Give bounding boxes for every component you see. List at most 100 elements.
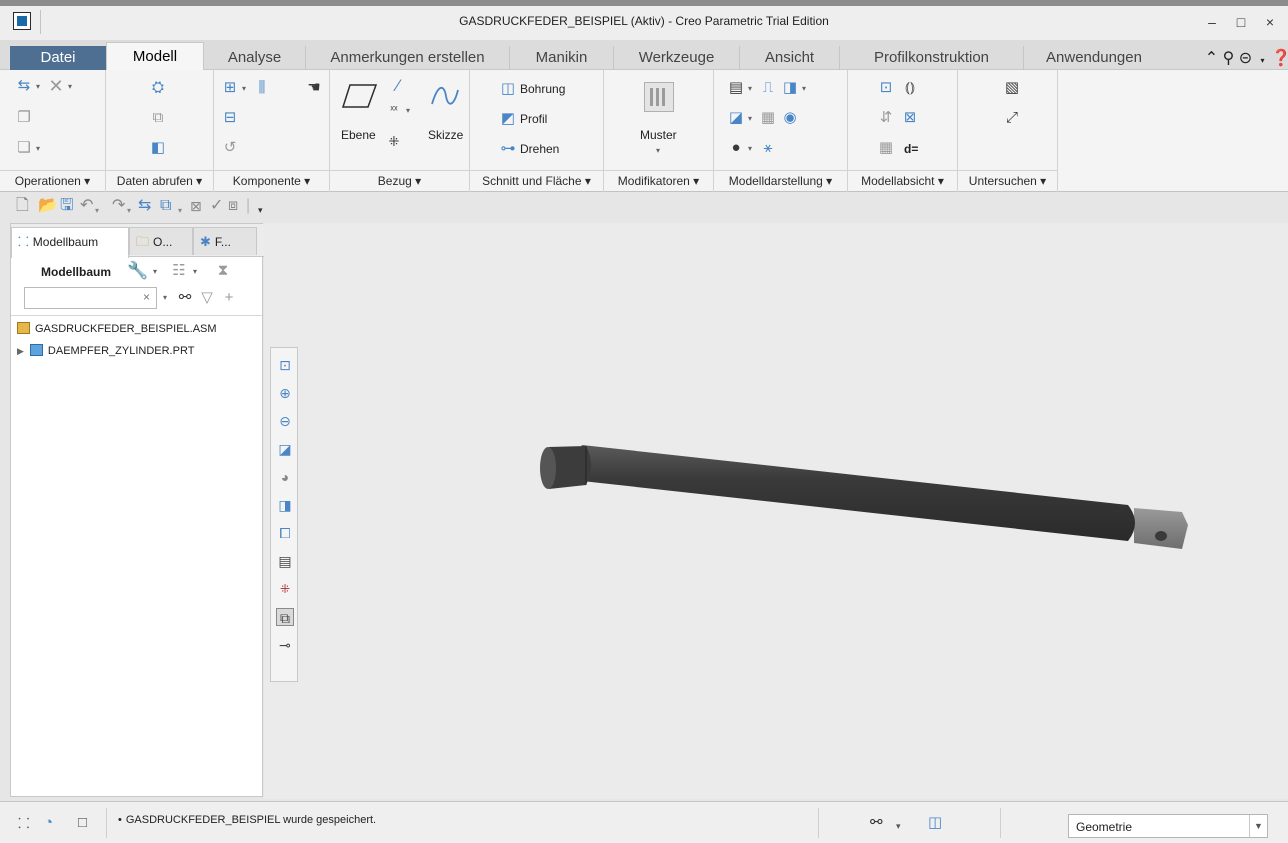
help-center-icon[interactable]: ⊝ (1237, 48, 1254, 68)
group-label-modellabsicht[interactable]: Modellabsicht ▾ (848, 170, 957, 192)
graphics-window[interactable]: ⊡ ⊕ ⊖ ◪ ◕ ◨ ⧠ ▤ ⁜ ⧉ ⊸ (264, 223, 1288, 799)
regenerate-icon[interactable]: ⇆ (16, 78, 32, 94)
group-label-bezug[interactable]: Bezug ▾ (330, 170, 469, 192)
group-label-untersuchen[interactable]: Untersuchen ▾ (958, 170, 1057, 192)
tree-search-input[interactable] (27, 290, 137, 306)
dropdown-icon[interactable]: ▾ (153, 267, 157, 276)
sketch-icon[interactable] (430, 82, 460, 110)
axis-icon[interactable]: ⁄ (390, 77, 406, 94)
check-icon[interactable]: ✓ (210, 197, 223, 215)
tab-datei[interactable]: Datei (10, 46, 106, 70)
tab-favoriten[interactable]: ✱ F... (193, 227, 257, 255)
hole-label[interactable]: Bohrung (520, 82, 565, 96)
tab-modell[interactable]: Modell (106, 42, 204, 71)
sketch-label[interactable]: Skizze (428, 128, 463, 142)
parameters-icon[interactable]: ⊡ (878, 80, 894, 96)
tab-anmerkungen[interactable]: Anmerkungen erstellen (306, 46, 510, 70)
tab-ordner[interactable]: 🗀 O... (129, 227, 193, 255)
dropdown-icon[interactable]: ▾ (95, 202, 99, 220)
delete-icon[interactable]: ✕ (48, 77, 64, 95)
group-label-modifikatoren[interactable]: Modifikatoren ▾ (604, 170, 713, 192)
plane-label[interactable]: Ebene (341, 128, 376, 142)
hole-icon[interactable]: ◫ (500, 81, 516, 97)
tab-analyse[interactable]: Analyse (204, 46, 306, 70)
copy-geometry-icon[interactable]: ⧉ (150, 110, 166, 126)
dropdown-icon[interactable]: ▾ (242, 84, 246, 93)
manage-icon[interactable]: ⧈ (228, 197, 238, 215)
group-label-daten-abrufen[interactable]: Daten abrufen ▾ (106, 170, 213, 192)
dropdown-icon[interactable]: ▾ (1254, 56, 1271, 65)
tab-ansicht[interactable]: Ansicht (740, 46, 840, 70)
section-icon[interactable]: ◪ (728, 110, 744, 126)
tree-item-assembly[interactable]: GASDRUCKFEDER_BEISPIEL.ASM (17, 319, 217, 339)
clear-search-icon[interactable]: × (143, 290, 150, 304)
dropdown-icon[interactable]: ▾ (748, 144, 752, 153)
tab-anwendungen[interactable]: Anwendungen (1024, 46, 1164, 70)
manage-views-icon[interactable]: ▤ (728, 80, 744, 96)
undo-icon[interactable]: ↶ (80, 197, 93, 215)
dropdown-icon[interactable]: ▾ (36, 144, 40, 153)
view-orientation-icon[interactable]: ◨ (782, 80, 798, 96)
dropdown-icon[interactable]: ▾ (193, 267, 197, 276)
minimize-button[interactable]: – (1199, 11, 1225, 33)
dropdown-icon[interactable]: ▾ (36, 82, 40, 91)
coordinate-system-icon[interactable]: ⁜ (386, 134, 402, 150)
group-label-modelldarstellung[interactable]: Modelldarstellung ▾ (714, 170, 847, 192)
bill-of-materials-icon[interactable]: ▧ (1004, 80, 1020, 96)
dropdown-icon[interactable]: ▾ (178, 202, 182, 220)
tab-manikin[interactable]: Manikin (510, 46, 614, 70)
user-defined-feature-icon[interactable]: ⛭ (150, 80, 166, 96)
appearance-gallery-icon[interactable]: ◉ (782, 110, 798, 126)
add-icon[interactable]: + (221, 290, 237, 306)
full-screen-icon[interactable]: □ (78, 814, 87, 832)
profile-label[interactable]: Profil (520, 112, 547, 126)
pattern-icon[interactable] (644, 82, 674, 112)
plane-icon[interactable] (342, 82, 378, 110)
maximize-button[interactable]: □ (1228, 11, 1254, 33)
browser-icon[interactable]: ◔ (44, 814, 53, 832)
explode-icon[interactable]: ⚹ (760, 140, 776, 156)
selection-icon[interactable]: ◫ (928, 814, 942, 832)
dropdown-icon[interactable]: ▾ (896, 817, 901, 835)
gas-spring-model[interactable] (540, 445, 1188, 549)
customize-qat-icon[interactable]: ▾ (258, 201, 263, 219)
help-icon[interactable]: ❓ (1271, 48, 1288, 68)
filter-icon[interactable]: ▽ (199, 290, 215, 306)
reference-viewer-icon[interactable]: ⤢ (1004, 110, 1020, 126)
d-equals-label[interactable]: d= (904, 142, 918, 156)
tree-columns-icon[interactable]: ⧗ (215, 263, 231, 279)
group-label-schnitt-und-flaeche[interactable]: Schnitt und Fläche ▾ (470, 170, 603, 192)
windows-icon[interactable]: ⧉ (160, 197, 171, 215)
dropdown-icon[interactable]: ▾ (127, 202, 131, 220)
settings-tools-icon[interactable]: 🔧 (127, 262, 148, 279)
show-navigator-icon[interactable]: ⸬ (18, 814, 30, 832)
dropdown-icon[interactable]: ▾ (406, 106, 410, 115)
dropdown-icon[interactable]: ▾ (748, 114, 752, 123)
relations-icon[interactable]: ⦅⦆ (902, 80, 918, 96)
revolve-icon[interactable]: ⊶ (500, 141, 516, 157)
search-icon[interactable]: ⚲ (1220, 48, 1237, 68)
switch-dimensions-icon[interactable]: ⊠ (902, 110, 918, 126)
dropdown-icon[interactable]: ▾ (748, 84, 752, 93)
chevron-down-icon[interactable]: ▼ (1249, 815, 1267, 837)
new-icon[interactable]: 🗋 (16, 197, 29, 215)
dropdown-icon[interactable]: ▾ (68, 82, 72, 91)
find-icon[interactable]: ⚯ (870, 814, 883, 832)
model-viewport[interactable] (264, 223, 1288, 799)
regenerate-icon[interactable]: ⇆ (138, 197, 151, 215)
tab-profilkonstruktion[interactable]: Profilkonstruktion (840, 46, 1024, 70)
dropdown-icon[interactable]: ▾ (163, 293, 167, 302)
tree-item-part[interactable]: ▶ DAEMPFER_ZYLINDER.PRT (17, 341, 194, 361)
find-icon[interactable]: ⚯ (177, 290, 193, 306)
revolve-label[interactable]: Drehen (520, 142, 559, 156)
collapse-ribbon-icon[interactable]: ⌃ (1203, 48, 1220, 68)
dropdown-icon[interactable]: ▾ (802, 84, 806, 93)
mirror-component-icon[interactable]: ⫼ (254, 80, 270, 96)
family-table-icon[interactable]: ⇵ (878, 110, 894, 126)
group-label-komponente[interactable]: Komponente ▾ (214, 170, 329, 192)
create-component-icon[interactable]: ⊟ (222, 110, 238, 126)
scene-icon[interactable]: ● (728, 140, 744, 156)
tree-filter-icon[interactable]: ☷ (171, 263, 187, 279)
drag-components-icon[interactable]: ☚ (306, 80, 322, 96)
selection-filter-select[interactable]: Geometrie ▼ (1068, 814, 1268, 838)
